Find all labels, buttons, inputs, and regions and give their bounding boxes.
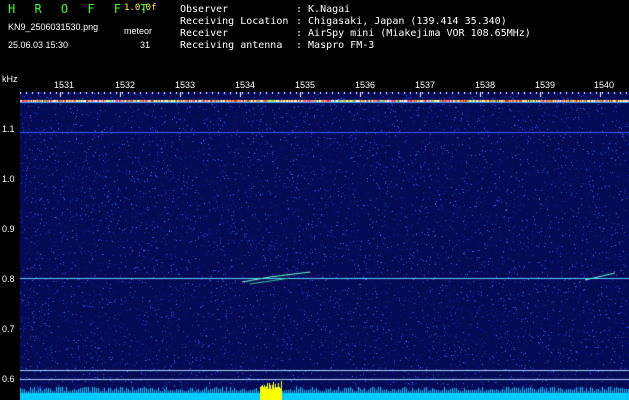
time-tick-label: 1532 [115,80,136,90]
y-tick-label: 0.9 [2,224,15,234]
location-value: : Chigasaki, Japan (139.414 35.340) [296,16,507,27]
y-tick-label: 0.6 [2,374,15,384]
y-tick-label: 1.1 [2,124,15,134]
meteor-count: 31 [140,40,151,50]
time-tick-label: 1531 [54,80,75,90]
axis-unit-label: kHz [2,74,18,84]
time-tick-label: 1538 [475,80,496,90]
location-key: Receiving Location [180,16,289,27]
time-tick-label: 1533 [175,80,196,90]
time-tick-label: 1535 [295,80,316,90]
version-label: 1.0.0f [124,3,157,13]
antenna-value: : Maspro FM-3 [296,40,375,51]
time-tick-label: 1540 [594,80,615,90]
y-tick-label: 1.0 [2,174,15,184]
filename-label: KN9_2506031530.png [8,22,99,32]
receiver-key: Receiver [180,28,229,39]
receiver-value: : AirSpy mini (Miakejima VOR 108.65MHz) [296,28,531,39]
y-tick-label: 0.8 [2,274,15,284]
time-tick-label: 1536 [355,80,376,90]
observer-key: Observer [180,4,229,15]
time-tick-label: 1539 [535,80,556,90]
datetime-label: 25.06.03 15:30 [8,40,69,50]
antenna-key: Receiving antenna [180,40,283,51]
observer-value: : K.Nagai [296,4,351,15]
y-tick-label: 0.7 [2,324,15,334]
time-tick-label: 1537 [415,80,436,90]
meteor-label: meteor [124,26,153,36]
time-tick-label: 1534 [235,80,256,90]
spectrogram-canvas[interactable] [20,92,629,400]
